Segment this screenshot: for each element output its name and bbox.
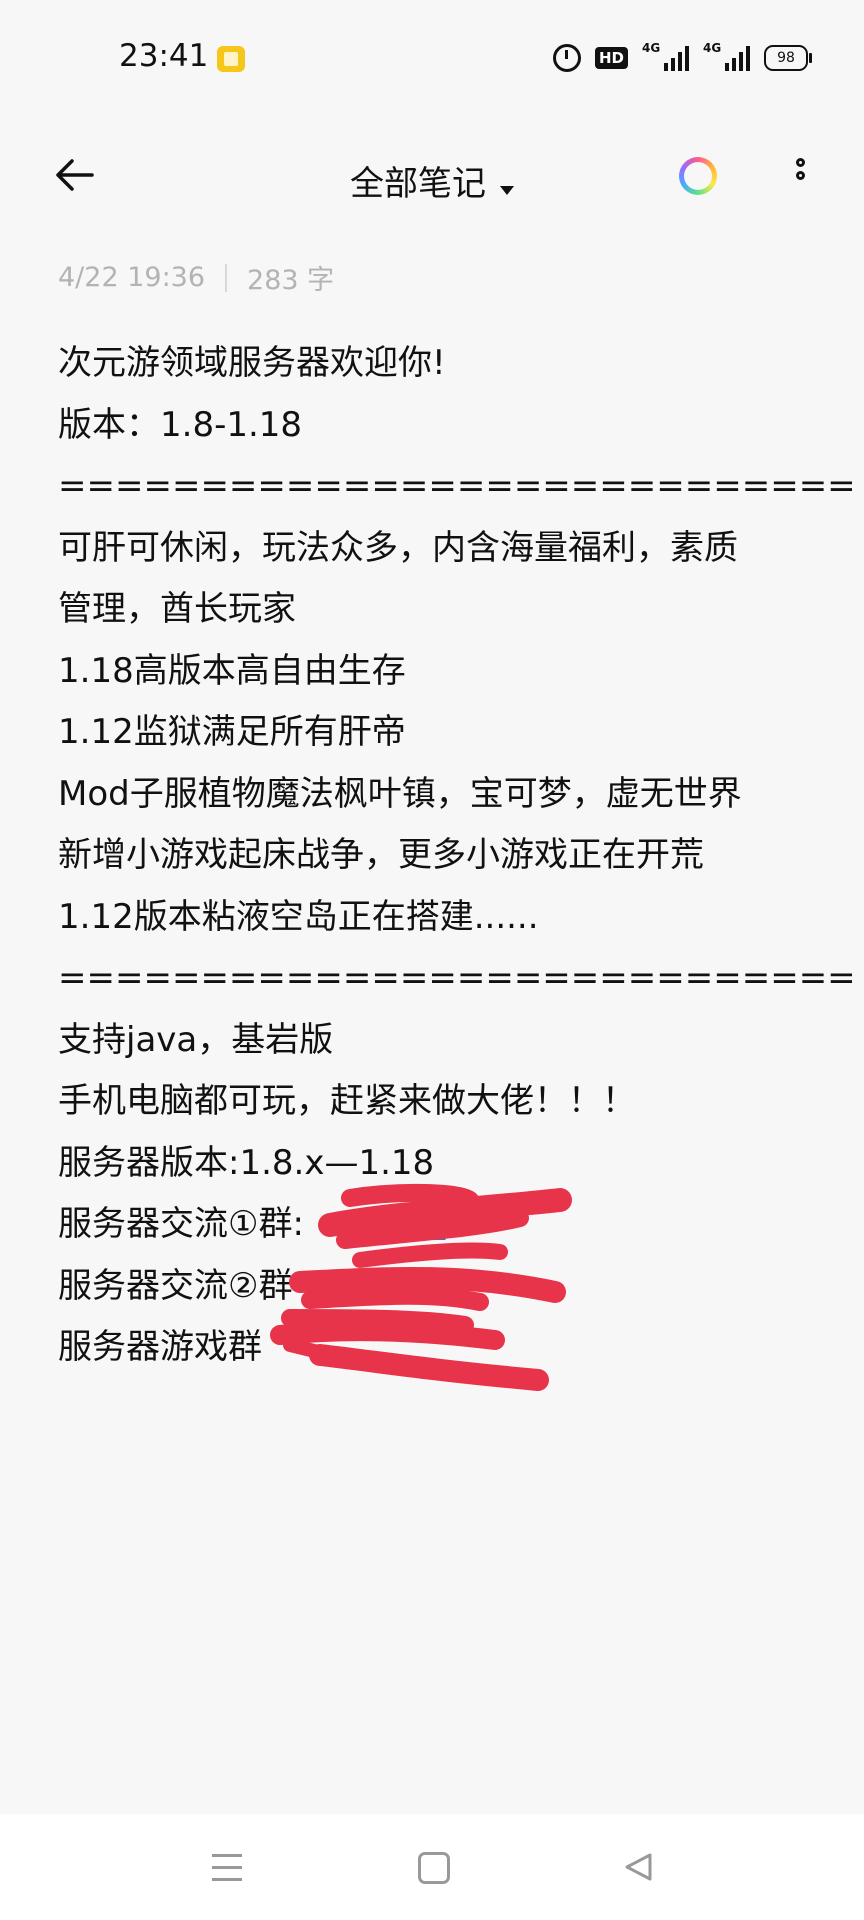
home-square-icon[interactable] xyxy=(418,1852,450,1884)
note-line: 1.18高版本高自由生存 xyxy=(58,650,406,691)
system-nav-bar xyxy=(0,1814,864,1920)
group-label: 服务器交流②群 xyxy=(58,1265,293,1306)
group-line-2: 服务器交流②群 4 xyxy=(58,1256,818,1318)
alarm-icon xyxy=(552,44,581,72)
signal-icon: 4G xyxy=(703,41,750,71)
note-line: 1.12监狱满足所有肝帝 xyxy=(58,712,406,752)
note-body[interactable]: 次元游领域服务器欢迎你! 版本：1.8-1.18 ===============… xyxy=(58,333,856,1379)
network-type-label: 4G xyxy=(642,41,661,55)
note-line: 管理，酋长玩家 xyxy=(58,589,296,629)
notes-app-icon xyxy=(217,46,245,72)
note-line: 版本：1.8-1.18 xyxy=(58,404,303,445)
group-number-link[interactable]: 4 xyxy=(412,1266,434,1306)
more-vertical-icon[interactable] xyxy=(790,158,810,196)
signal-icon: 4G xyxy=(642,41,689,71)
menu-icon[interactable] xyxy=(212,1854,242,1882)
group-label: 服务器交流①群: xyxy=(58,1204,304,1244)
group-label: 服务器游戏群 xyxy=(58,1327,262,1367)
note-line: 手机电脑都可玩，赶紧来做大佬！！！ xyxy=(58,1081,636,1121)
hd-voice-icon: HD xyxy=(594,47,628,69)
battery-icon: 98 xyxy=(764,45,812,71)
note-line: 新增小游戏起床战争，更多小游戏正在开荒 xyxy=(58,835,704,875)
status-time: 23:41 xyxy=(119,38,209,74)
note-word-count: 283 字 xyxy=(247,265,335,296)
note-line: Mod子服植物魔法枫叶镇，宝可梦，虚无世界 xyxy=(58,773,742,814)
group-line-1: 服务器交流①群: 6 xyxy=(58,1194,818,1256)
group-line-3: 服务器游戏群 xyxy=(58,1317,818,1379)
note-datetime: 4/22 19:36 xyxy=(58,262,206,293)
status-bar: 23:41 HD 4G 4G 98 xyxy=(0,0,864,115)
note-meta: 4/22 19:36 283 字 xyxy=(58,258,334,297)
note-line: 可肝可休闲，玩法众多，内含海量福利，素质 xyxy=(58,527,738,568)
page-title: 全部笔记 xyxy=(350,164,486,204)
app-header: 全部笔记 xyxy=(0,140,864,210)
network-type-label: 4G xyxy=(703,41,722,55)
color-ring-icon[interactable] xyxy=(679,157,717,195)
group-number-link[interactable]: 6 xyxy=(424,1204,446,1244)
note-line: 服务器版本:1.8.x—1.18 xyxy=(58,1142,435,1183)
meta-divider xyxy=(225,263,228,292)
folder-selector[interactable]: 全部笔记 xyxy=(0,156,864,205)
note-line: ============================ xyxy=(58,466,856,506)
status-icons: HD 4G 4G 98 xyxy=(552,41,812,74)
note-line: 支持java，基岩版 xyxy=(58,1019,334,1060)
chevron-down-icon xyxy=(500,186,514,195)
note-line: 1.12版本粘液空岛正在搭建...... xyxy=(58,896,539,937)
notes-screen: 23:41 HD 4G 4G 98 全部笔记 4/22 19:36 283 字 … xyxy=(0,0,864,1920)
note-line: ============================ xyxy=(58,958,856,998)
back-triangle-icon[interactable] xyxy=(622,1850,656,1884)
note-line: 次元游领域服务器欢迎你! xyxy=(58,343,446,383)
